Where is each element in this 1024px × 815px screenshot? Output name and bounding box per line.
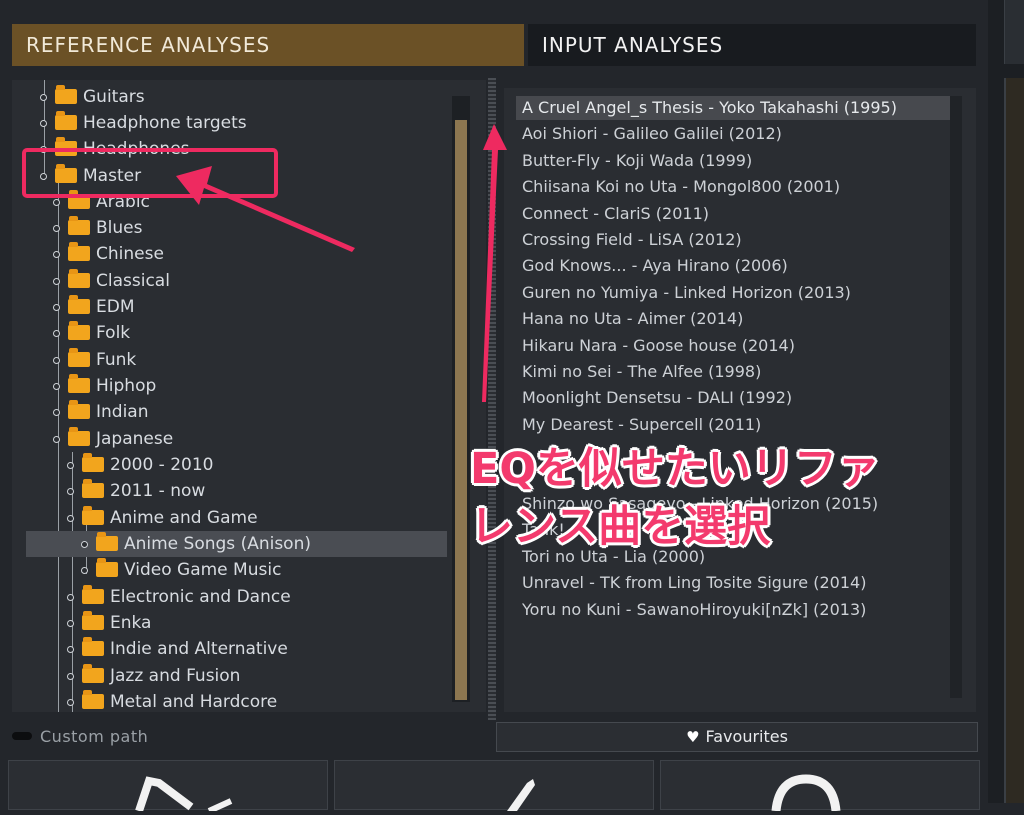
annotation-arrows xyxy=(176,124,507,402)
annotation-line-2: レンス曲を選択 xyxy=(470,502,771,552)
annotation-line-1: EQを似せたいリファ xyxy=(470,444,880,494)
annotation-text: EQを似せたいリファ レンス曲を選択 xyxy=(470,440,880,556)
